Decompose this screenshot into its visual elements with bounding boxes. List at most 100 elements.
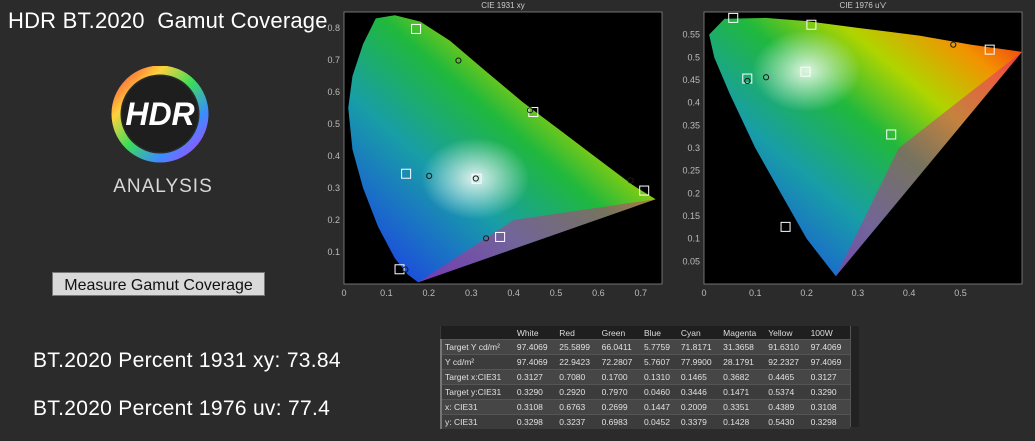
table-cell: 31.3658 [720, 339, 766, 355]
measurement-table: White Red Green Blue Cyan Magenta Yellow 100W T… [440, 326, 850, 429]
table-cell: 0.4389 [765, 399, 808, 415]
y-tick-label: 0.4 [327, 151, 340, 161]
table-cell: 97.4069 [807, 354, 850, 370]
x-tick-label: 0.2 [800, 288, 813, 298]
table-cell: 0.3290 [513, 384, 557, 400]
table-header-row: White Red Green Blue Cyan Magenta Yellow 100W [441, 326, 850, 340]
table-scrollbar[interactable] [850, 326, 859, 427]
table-cell: 0.1471 [720, 384, 766, 400]
cie1931-chart: CIE 1931 xy 0 0.1 0.2 0.3 0.4 0.5 0.6 0.7 0.1 0.2 0… [327, 1, 663, 298]
table-cell: 5.7759 [640, 339, 678, 355]
table-cell: Target x:CIE31 [440, 369, 514, 385]
table-row: Y cd/m² 97.4069 22.9423 72.2807 5.7607 77.990… [440, 354, 850, 370]
y-tick-label: 0.2 [327, 215, 340, 225]
table-cell: 71.8171 [677, 339, 721, 355]
table-cell: 77.9900 [677, 354, 721, 370]
table-row: y: CIE31 0.3298 0.3237 0.6983 0.0452 0.3379 0.… [440, 414, 850, 429]
table-cell: 0.1465 [677, 369, 721, 385]
table-row: Target Y cd/m² 97.4069 25.5899 66.0411 5.775… [440, 339, 850, 355]
x-tick-label: 0.4 [507, 288, 520, 298]
table-cell: 0.3127 [807, 369, 850, 385]
table-cell: Target y:CIE31 [440, 384, 514, 400]
cie1976-chart: CIE 1976 u'v' 0 0.1 0.2 0.3 0.4 0.5 0.05 0.1 0.15… [682, 1, 1023, 298]
y-tick-label: 0.8 [327, 23, 340, 33]
x-tick-label: 0.5 [550, 288, 563, 298]
table-cell: y: CIE31 [440, 414, 514, 429]
x-tick-label: 0.3 [852, 288, 865, 298]
logo-subtitle: ANALYSIS [113, 176, 213, 197]
table-header-cell: Cyan [677, 326, 721, 340]
y-tick-label: 0.1 [687, 234, 700, 244]
table-cell: 0.3290 [807, 384, 850, 400]
table-header-cell: Green [598, 326, 641, 340]
table-cell: 0.3298 [807, 414, 850, 429]
measure-gamut-button[interactable]: Measure Gamut Coverage [52, 272, 265, 296]
table-cell: 0.5374 [765, 384, 808, 400]
x-tick-label: 0.4 [903, 288, 916, 298]
table-cell: x: CIE31 [440, 399, 514, 415]
table-cell: 0.3298 [513, 414, 557, 429]
y-tick-label: 0.6 [327, 87, 340, 97]
table-header-cell: 100W [807, 326, 850, 340]
table-row: x: CIE31 0.3108 0.6763 0.2699 0.1447 0.2009 0.… [440, 399, 850, 415]
table-cell: Y cd/m² [440, 354, 514, 370]
chart-title: CIE 1931 xy [481, 1, 525, 10]
table-cell: 0.7970 [598, 384, 641, 400]
table-header-cell: Magenta [720, 326, 766, 340]
table-cell: 25.5899 [556, 339, 599, 355]
x-tick-label: 0.7 [635, 288, 648, 298]
x-tick-label: 0 [701, 288, 706, 298]
table-cell: 0.1700 [598, 369, 641, 385]
table-cell: 0.0452 [640, 414, 678, 429]
table-header-cell: White [513, 326, 557, 340]
table-row: Target y:CIE31 0.3290 0.2920 0.7970 0.0460 0.… [440, 384, 850, 400]
table-cell: 0.3237 [556, 414, 599, 429]
x-tick-label: 0 [341, 288, 346, 298]
x-tick-label: 0.1 [380, 288, 393, 298]
table-cell: 0.4465 [765, 369, 808, 385]
table-header-cell [441, 326, 514, 340]
y-tick-label: 0.3 [687, 143, 700, 153]
page-title: HDR BT.2020 Gamut Coverage [8, 8, 328, 33]
table-cell: 5.7607 [640, 354, 678, 370]
table-cell: Target Y cd/m² [440, 339, 514, 355]
table-cell: 0.3682 [720, 369, 766, 385]
table-cell: 72.2807 [598, 354, 641, 370]
table-cell: 97.4069 [807, 339, 850, 355]
table-cell: 0.3108 [513, 399, 557, 415]
x-tick-label: 0.3 [465, 288, 478, 298]
x-tick-label: 0.2 [423, 288, 436, 298]
y-tick-label: 0.5 [687, 52, 700, 62]
y-tick-label: 0.5 [327, 119, 340, 129]
table-cell: 0.5430 [765, 414, 808, 429]
table-cell: 0.3127 [513, 369, 557, 385]
y-tick-label: 0.55 [682, 30, 700, 40]
table-cell: 0.3351 [720, 399, 766, 415]
table-header-cell: Red [556, 326, 599, 340]
table-cell: 28.1791 [720, 354, 766, 370]
table-body: Target Y cd/m² 97.4069 25.5899 66.0411 5.775… [440, 339, 850, 429]
table-cell: 97.4069 [513, 354, 557, 370]
bt2020-1931-percent: BT.2020 Percent 1931 xy: 73.84 [33, 349, 341, 372]
x-tick-label: 0.1 [749, 288, 762, 298]
y-tick-label: 0.7 [327, 55, 340, 65]
logo-text: HDR [125, 96, 195, 132]
y-tick-label: 0.35 [682, 120, 700, 130]
table-cell: 92.2327 [765, 354, 808, 370]
table-cell: 97.4069 [513, 339, 557, 355]
table-cell: 0.0460 [640, 384, 678, 400]
table-cell: 0.2009 [677, 399, 721, 415]
y-tick-label: 0.3 [327, 183, 340, 193]
white-point-glow [752, 30, 861, 112]
table-cell: 0.3446 [677, 384, 721, 400]
y-tick-label: 0.15 [682, 211, 700, 221]
table-header-cell: Blue [640, 326, 678, 340]
table-cell: 0.6763 [556, 399, 599, 415]
table-cell: 91.6310 [765, 339, 808, 355]
table-cell: 0.3379 [677, 414, 721, 429]
table-cell: 0.1310 [640, 369, 678, 385]
y-tick-label: 0.1 [327, 247, 340, 257]
table-cell: 0.1428 [720, 414, 766, 429]
table-cell: 0.6983 [598, 414, 641, 429]
y-tick-label: 0.25 [682, 166, 700, 176]
